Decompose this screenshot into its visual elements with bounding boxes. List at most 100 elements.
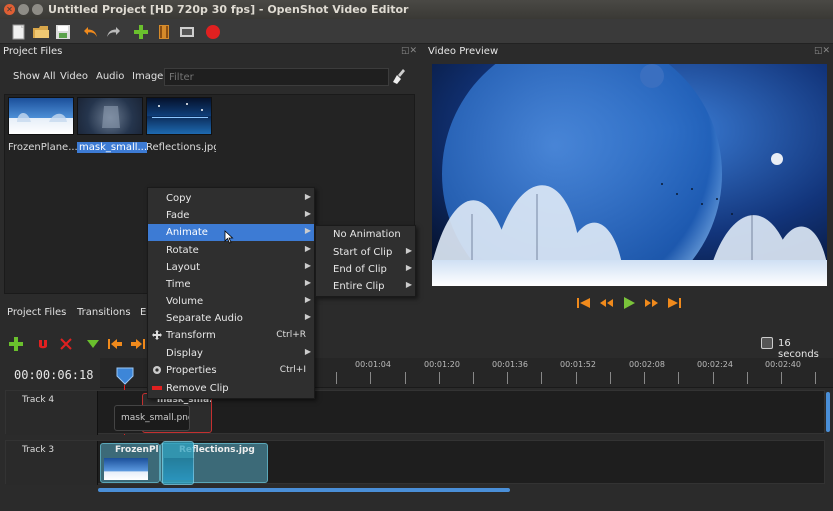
menu-item-volume[interactable]: Volume ▶ xyxy=(148,293,314,310)
minimize-window-button[interactable] xyxy=(18,4,29,15)
choose-profile-icon[interactable] xyxy=(155,23,173,41)
menu-item-remove-clip[interactable]: Remove Clip xyxy=(148,380,314,397)
gear-icon xyxy=(153,366,161,374)
file-item-reflections[interactable]: Reflections.jpg xyxy=(146,97,216,153)
track-3[interactable]: Track 3 FrozenPla... Reflections.jpg xyxy=(5,440,825,485)
next-marker-icon[interactable] xyxy=(130,336,146,352)
undo-icon[interactable] xyxy=(82,23,100,41)
ruler-tick xyxy=(815,372,816,384)
tab-effects[interactable]: E xyxy=(140,307,146,318)
filter-show-all[interactable]: Show All xyxy=(13,71,56,82)
ruler-label: 00:02:40 xyxy=(765,360,801,369)
export-video-icon[interactable] xyxy=(204,23,222,41)
menu-item-time[interactable]: Time ▶ xyxy=(148,276,314,293)
menu-item-layout[interactable]: Layout ▶ xyxy=(148,259,314,276)
maximize-window-button[interactable] xyxy=(32,4,43,15)
menu-item-separate-audio[interactable]: Separate Audio ▶ xyxy=(148,310,314,327)
filter-image[interactable]: Image xyxy=(132,71,163,82)
track-header[interactable]: Track 4 xyxy=(6,391,98,435)
remove-icon xyxy=(152,386,162,390)
playhead-timecode: 00:00:06:18 xyxy=(14,368,94,382)
filter-input[interactable] xyxy=(164,68,389,86)
track-name: Track 3 xyxy=(22,445,55,455)
move-icon xyxy=(152,330,162,340)
clip-name: mask_small.png xyxy=(121,413,190,423)
file-thumbnail xyxy=(77,97,143,135)
fast-forward-icon[interactable] xyxy=(644,295,660,311)
filter-audio[interactable]: Audio xyxy=(96,71,124,82)
tab-project-files[interactable]: Project Files xyxy=(7,307,66,318)
submenu-item-start-of-clip[interactable]: Start of Clip ▶ xyxy=(316,244,415,261)
razor-icon[interactable] xyxy=(59,337,73,351)
ruler-tick xyxy=(473,372,474,384)
track-header[interactable]: Track 3 xyxy=(6,441,98,485)
timeline-vertical-scrollbar[interactable] xyxy=(826,392,830,432)
tab-transitions[interactable]: Transitions xyxy=(77,307,131,318)
menu-item-display[interactable]: Display ▶ xyxy=(148,345,314,362)
ruler-tick xyxy=(678,372,679,384)
ruler-label: 00:01:20 xyxy=(424,360,460,369)
snapping-icon[interactable] xyxy=(36,337,50,351)
ruler-tick xyxy=(336,372,337,384)
ruler-tick xyxy=(644,372,645,384)
ruler-tick xyxy=(541,372,542,384)
new-project-icon[interactable] xyxy=(10,23,28,41)
clip-mask-small-b[interactable]: mask_small.png xyxy=(114,405,190,431)
add-track-icon[interactable] xyxy=(8,336,24,352)
playhead-handle[interactable] xyxy=(116,366,134,386)
rewind-icon[interactable] xyxy=(598,295,614,311)
mouse-cursor-icon xyxy=(224,230,234,244)
title-bar: ✕ Untitled Project [HD 720p 30 fps] - Op… xyxy=(0,0,833,19)
jump-to-start-icon[interactable] xyxy=(575,295,591,311)
video-preview-dock-buttons[interactable]: ◱✕ xyxy=(814,46,830,56)
ruler-label: 00:02:24 xyxy=(697,360,733,369)
menu-item-fade[interactable]: Fade ▶ xyxy=(148,207,314,224)
ruler-label: 00:01:52 xyxy=(560,360,596,369)
preview-frame-image xyxy=(432,64,827,286)
file-item-frozenplane[interactable]: FrozenPlane... xyxy=(8,97,78,153)
play-icon[interactable] xyxy=(621,295,637,311)
video-preview-canvas[interactable] xyxy=(432,64,827,286)
project-files-dock-buttons[interactable]: ◱✕ xyxy=(401,46,417,56)
ruler-tick xyxy=(747,372,748,384)
add-marker-icon[interactable] xyxy=(86,337,100,351)
file-label: Reflections.jpg xyxy=(146,142,216,153)
timeline-toolbar xyxy=(0,332,833,356)
clip-name: FrozenPla... xyxy=(115,445,159,455)
ruler-tick xyxy=(610,372,611,384)
track-4[interactable]: Track 4 mask_sma... mask_small.png xyxy=(5,390,825,435)
submenu-item-end-of-clip[interactable]: End of Clip ▶ xyxy=(316,261,415,278)
submenu-item-entire-clip[interactable]: Entire Clip ▶ xyxy=(316,278,415,295)
close-window-button[interactable]: ✕ xyxy=(4,4,15,15)
animate-submenu: No Animation Start of Clip ▶ End of Clip ▶… xyxy=(315,225,416,297)
menu-item-properties[interactable]: Properties Ctrl+I xyxy=(148,362,314,379)
track-name: Track 4 xyxy=(22,395,55,405)
timeline-horizontal-scrollbar[interactable] xyxy=(98,488,510,492)
previous-marker-icon[interactable] xyxy=(107,336,123,352)
project-files-title: Project Files xyxy=(3,46,63,57)
file-item-mask-small[interactable]: mask_small.... xyxy=(77,97,147,153)
open-project-icon[interactable] xyxy=(32,23,50,41)
save-project-icon[interactable] xyxy=(54,23,72,41)
video-preview-title: Video Preview xyxy=(428,46,499,57)
ruler-tick xyxy=(781,372,782,384)
fullscreen-icon[interactable] xyxy=(178,23,196,41)
ruler-tick xyxy=(370,372,371,384)
clear-filter-icon[interactable] xyxy=(392,68,408,86)
clip-frozenplane[interactable]: FrozenPla... xyxy=(100,443,160,483)
submenu-item-no-animation[interactable]: No Animation xyxy=(316,226,415,243)
transition-clip[interactable] xyxy=(162,441,194,485)
import-files-icon[interactable] xyxy=(132,23,150,41)
file-label: mask_small.... xyxy=(77,142,147,153)
menu-item-transform[interactable]: Transform Ctrl+R xyxy=(148,327,314,344)
filter-video[interactable]: Video xyxy=(60,71,88,82)
ruler-tick xyxy=(713,372,714,384)
redo-icon[interactable] xyxy=(104,23,122,41)
jump-to-end-icon[interactable] xyxy=(667,295,683,311)
menu-item-rotate[interactable]: Rotate ▶ xyxy=(148,242,314,259)
file-thumbnail xyxy=(8,97,74,135)
zoom-level: 16 seconds xyxy=(778,338,819,360)
clip-context-menu: Copy ▶ Fade ▶ Animate ▶ Rotate ▶ Layout ▶ Tim… xyxy=(147,187,315,399)
menu-item-copy[interactable]: Copy ▶ xyxy=(148,190,314,207)
zoom-icon[interactable] xyxy=(761,337,773,349)
